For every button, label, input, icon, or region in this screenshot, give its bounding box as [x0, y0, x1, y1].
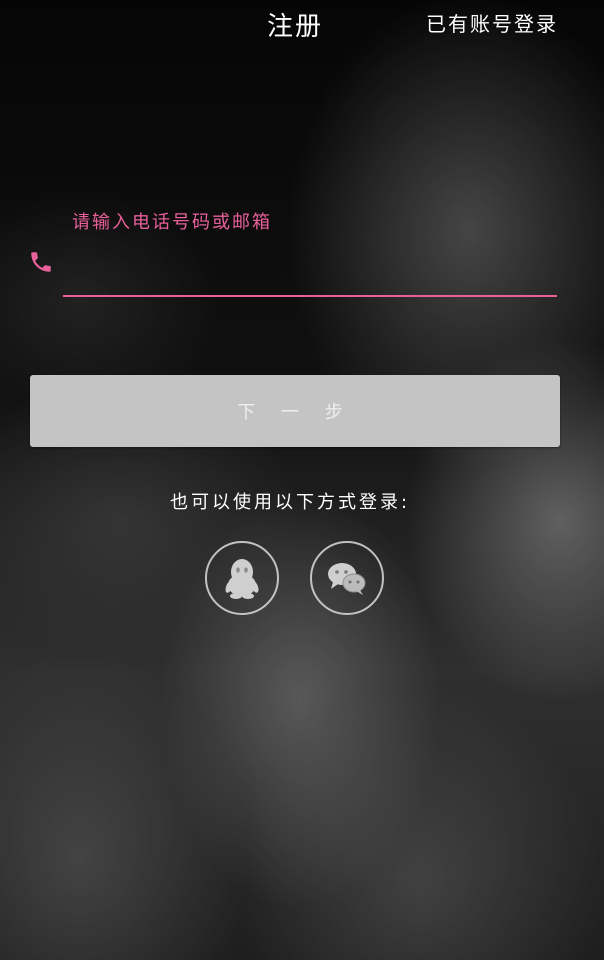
phone-icon	[28, 248, 54, 276]
wechat-login-button[interactable]	[310, 541, 384, 615]
existing-account-login-link[interactable]: 已有账号登录	[426, 8, 558, 37]
qq-icon	[222, 556, 262, 600]
phone-field-hint: 请输入电话号码或邮箱	[72, 212, 272, 233]
background-photo	[0, 0, 604, 960]
input-underline	[63, 295, 557, 297]
qq-login-button[interactable]	[205, 541, 279, 615]
top-bar: 注册 已有账号登录	[0, 0, 604, 46]
phone-or-email-input[interactable]	[64, 250, 556, 290]
next-step-button[interactable]: 下 一 步	[30, 375, 560, 447]
wechat-icon	[325, 558, 369, 598]
other-login-prompt: 也可以使用以下方式登录:	[169, 492, 411, 513]
